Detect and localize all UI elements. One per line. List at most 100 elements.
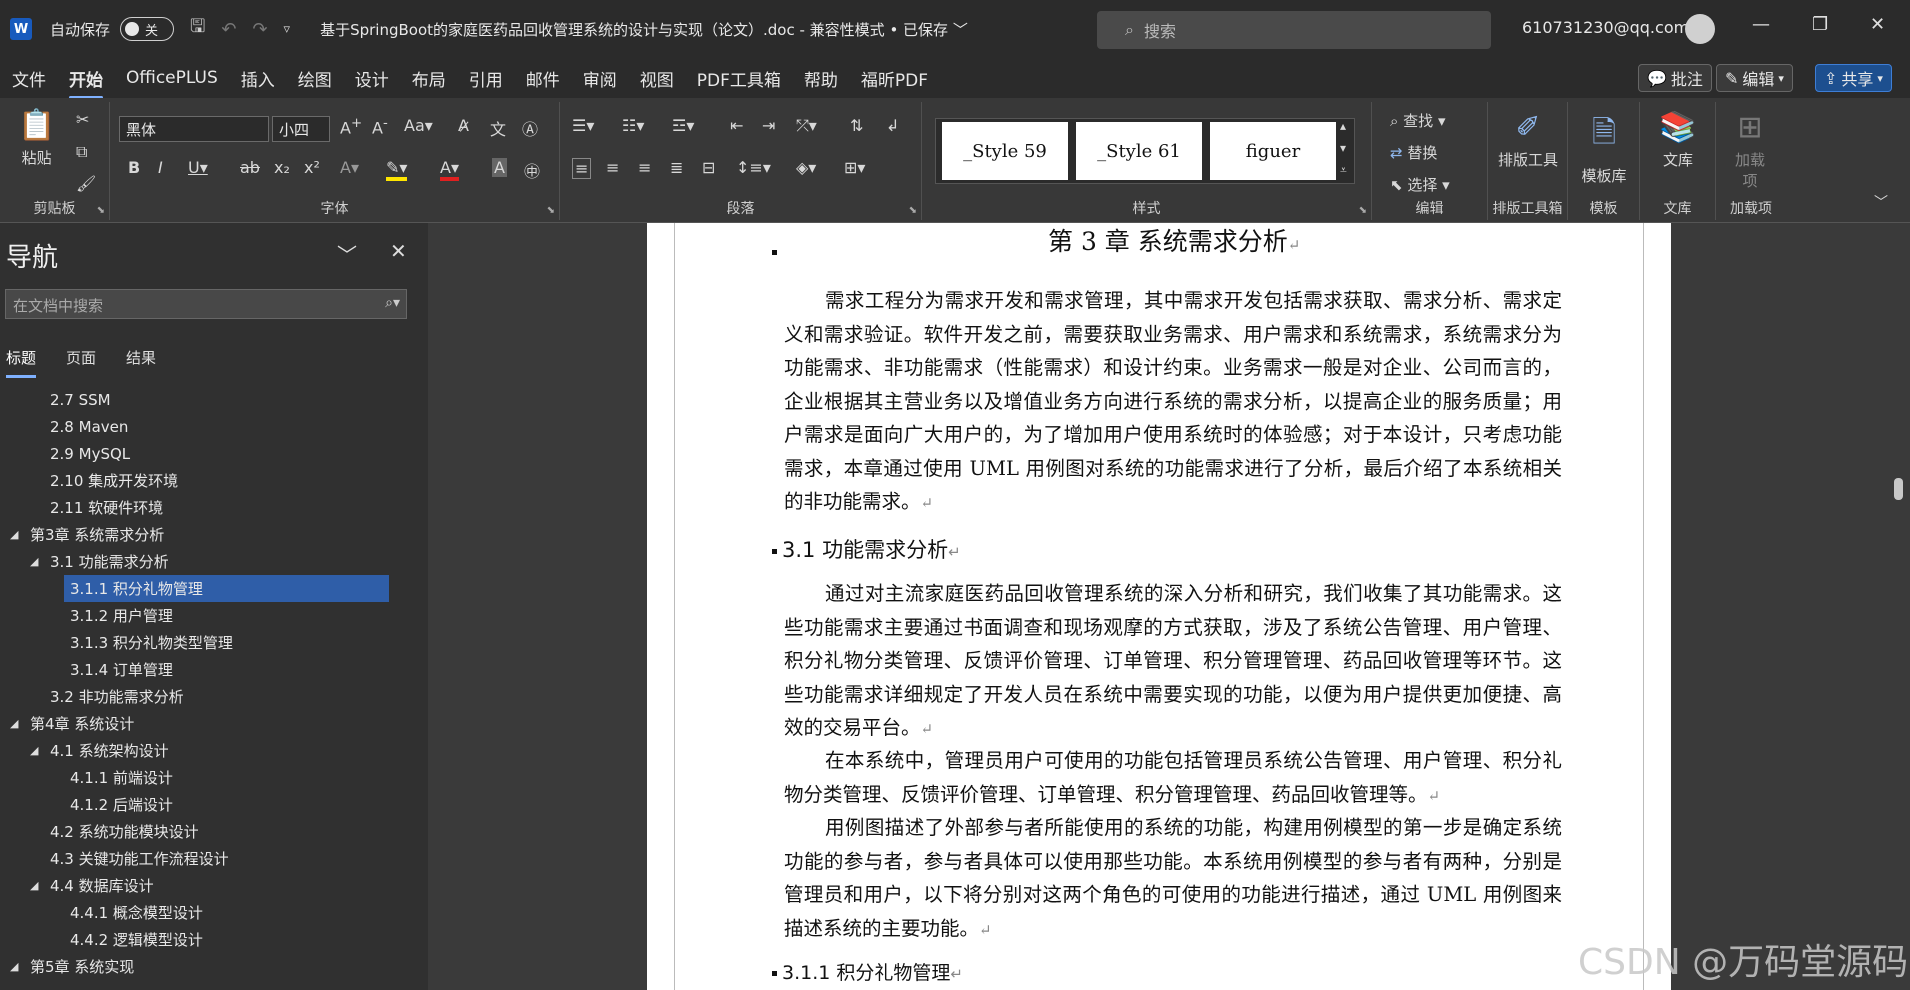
- tab-review[interactable]: 审阅: [583, 62, 617, 95]
- collapse-arrow-icon[interactable]: ◢: [30, 555, 38, 568]
- tab-file[interactable]: 文件: [12, 62, 46, 95]
- shading-icon[interactable]: ◈▾: [796, 158, 816, 177]
- find-button[interactable]: ⌕ 查找 ▾: [1390, 110, 1446, 131]
- phonetic-guide-icon[interactable]: 文: [490, 116, 506, 140]
- list-item[interactable]: 3.1.3 积分礼物类型管理: [0, 629, 428, 656]
- share-button[interactable]: ⇪ 共享 ▾: [1815, 64, 1892, 92]
- list-item[interactable]: 4.1.2 后端设计: [0, 791, 428, 818]
- character-shading-icon[interactable]: A: [492, 158, 507, 177]
- tab-insert[interactable]: 插入: [241, 62, 275, 95]
- cut-icon[interactable]: ✂: [76, 110, 89, 129]
- gallery-down-icon[interactable]: ▾: [1340, 141, 1346, 155]
- comments-button[interactable]: 💬 批注: [1638, 64, 1712, 92]
- tab-headings[interactable]: 标题: [6, 347, 37, 378]
- paragraph[interactable]: 通过对主流家庭医药品回收管理系统的深入分析和研究，我们收集了其功能需求。这些功能…: [784, 577, 1562, 747]
- collapse-arrow-icon[interactable]: ◢: [30, 744, 38, 757]
- font-name-select[interactable]: 黑体: [119, 116, 269, 142]
- justify-icon[interactable]: ≣: [670, 158, 683, 177]
- multilevel-list-icon[interactable]: ☲▾: [672, 116, 694, 135]
- text-effects-icon[interactable]: A▾: [340, 158, 359, 177]
- save-icon[interactable]: 🖫: [190, 14, 205, 44]
- list-item-selected[interactable]: 3.1.1 积分礼物管理: [0, 575, 428, 602]
- search-input[interactable]: ⌕ 搜索: [1097, 11, 1491, 49]
- tab-design[interactable]: 设计: [355, 62, 389, 95]
- bullets-icon[interactable]: ☰▾: [572, 116, 594, 135]
- style-tile-61[interactable]: _Style 61: [1076, 122, 1202, 180]
- italic-icon[interactable]: I: [158, 158, 163, 177]
- style-tile-59[interactable]: _Style 59: [942, 122, 1068, 180]
- align-right-icon[interactable]: ≡: [638, 158, 651, 177]
- enclose-characters-icon[interactable]: ㊥: [524, 158, 540, 182]
- increase-indent-icon[interactable]: ⇥: [762, 116, 775, 135]
- tab-pages[interactable]: 页面: [66, 347, 96, 368]
- tab-help[interactable]: 帮助: [804, 62, 838, 95]
- list-item[interactable]: ◢ 4.1 系统架构设计: [0, 737, 428, 764]
- editing-mode-button[interactable]: ✎ 编辑 ▾: [1716, 64, 1793, 92]
- list-item[interactable]: 2.7 SSM: [0, 386, 428, 413]
- paragraph[interactable]: 需求工程分为需求开发和需求管理，其中需求开发包括需求获取、需求分析、需求定义和需…: [784, 284, 1562, 521]
- list-item[interactable]: 2.9 MySQL: [0, 440, 428, 467]
- shrink-font-icon[interactable]: A-: [372, 116, 388, 137]
- tab-pdf-toolbox[interactable]: PDF工具箱: [697, 62, 781, 95]
- tab-layout[interactable]: 布局: [412, 62, 446, 95]
- list-item[interactable]: ◢ 第5章 系统实现: [0, 953, 428, 980]
- tab-view[interactable]: 视图: [640, 62, 674, 95]
- character-border-icon[interactable]: Ⓐ: [522, 116, 538, 140]
- tab-references[interactable]: 引用: [469, 62, 503, 95]
- replace-button[interactable]: ⇄ 替换: [1390, 142, 1437, 163]
- decrease-indent-icon[interactable]: ⇤: [730, 116, 743, 135]
- list-item[interactable]: 4.1.1 前端设计: [0, 764, 428, 791]
- align-left-icon[interactable]: ≡: [572, 158, 592, 179]
- tab-foxit-pdf[interactable]: 福昕PDF: [861, 62, 928, 95]
- collapse-arrow-icon[interactable]: ◢: [10, 528, 18, 541]
- minimize-icon[interactable]: —: [1752, 14, 1770, 35]
- collapse-arrow-icon[interactable]: ◢: [10, 960, 18, 973]
- format-painter-icon[interactable]: 🖌: [76, 174, 96, 193]
- highlight-icon[interactable]: ✎▾: [386, 158, 408, 181]
- close-icon[interactable]: ✕: [1870, 14, 1885, 35]
- list-item[interactable]: 2.11 软硬件环境: [0, 494, 428, 521]
- tab-draw[interactable]: 绘图: [298, 62, 332, 95]
- dialog-launcher-icon[interactable]: ⬊: [547, 205, 555, 216]
- list-item[interactable]: 4.3 关键功能工作流程设计: [0, 845, 428, 872]
- document-title[interactable]: 基于SpringBoot的家庭医药品回收管理系统的设计与实现（论文）.doc -…: [320, 19, 968, 40]
- redo-icon[interactable]: ↷: [252, 19, 267, 40]
- line-spacing-icon[interactable]: ↕≡▾: [736, 158, 771, 177]
- library-button[interactable]: 📚 文库: [1646, 110, 1710, 170]
- list-item[interactable]: ◢ 第4章 系统设计: [0, 710, 428, 737]
- paste-button[interactable]: 📋 粘贴: [18, 108, 55, 168]
- tab-mailings[interactable]: 邮件: [526, 62, 560, 95]
- gallery-up-icon[interactable]: ▴: [1340, 119, 1346, 133]
- list-item[interactable]: ◢ 3.1 功能需求分析: [0, 548, 428, 575]
- clear-formatting-icon[interactable]: A̷: [458, 116, 469, 135]
- show-marks-icon[interactable]: ↲: [886, 116, 899, 135]
- collapse-arrow-icon[interactable]: ◢: [10, 717, 18, 730]
- vertical-scrollbar-thumb[interactable]: [1894, 478, 1903, 500]
- list-item[interactable]: ◢ 第3章 系统需求分析: [0, 521, 428, 548]
- close-icon[interactable]: ✕: [390, 239, 407, 263]
- gallery-more-icon[interactable]: ⩡: [1340, 163, 1347, 178]
- collapse-ribbon-icon[interactable]: ﹀: [1874, 192, 1888, 212]
- tab-home[interactable]: 开始: [69, 62, 103, 99]
- font-size-select[interactable]: 小四: [272, 116, 330, 142]
- list-item[interactable]: 4.4.2 逻辑模型设计: [0, 926, 428, 953]
- select-button[interactable]: ⬉ 选择 ▾: [1390, 174, 1450, 195]
- undo-icon[interactable]: ↶: [221, 19, 236, 40]
- layout-tool-button[interactable]: ✐ 排版工具: [1494, 110, 1562, 170]
- paragraph[interactable]: 用例图描述了外部参与者所能使用的系统的功能，构建用例模型的第一步是确定系统功能的…: [784, 811, 1562, 947]
- customize-toolbar-icon[interactable]: ▿: [284, 22, 291, 37]
- sort-icon[interactable]: ⇅: [850, 116, 863, 135]
- addins-button[interactable]: ⊞ 加载项: [1724, 110, 1776, 191]
- list-item[interactable]: 3.2 非功能需求分析: [0, 683, 428, 710]
- heading-3-1-1[interactable]: 3.1.1 积分礼物管理↵: [782, 958, 963, 985]
- strikethrough-icon[interactable]: ab: [240, 158, 260, 177]
- template-library-button[interactable]: 🗎 模板库: [1572, 110, 1636, 186]
- restore-icon[interactable]: ❐: [1812, 14, 1828, 35]
- heading-3-1[interactable]: 3.1 功能需求分析↵: [782, 534, 961, 564]
- underline-icon[interactable]: U▾: [188, 158, 208, 177]
- font-color-icon[interactable]: A▾: [440, 158, 459, 181]
- align-center-icon[interactable]: ≡: [606, 158, 619, 177]
- list-item[interactable]: 4.4.1 概念模型设计: [0, 899, 428, 926]
- tab-results[interactable]: 结果: [126, 347, 156, 368]
- tab-officeplus[interactable]: OfficePLUS: [126, 64, 218, 92]
